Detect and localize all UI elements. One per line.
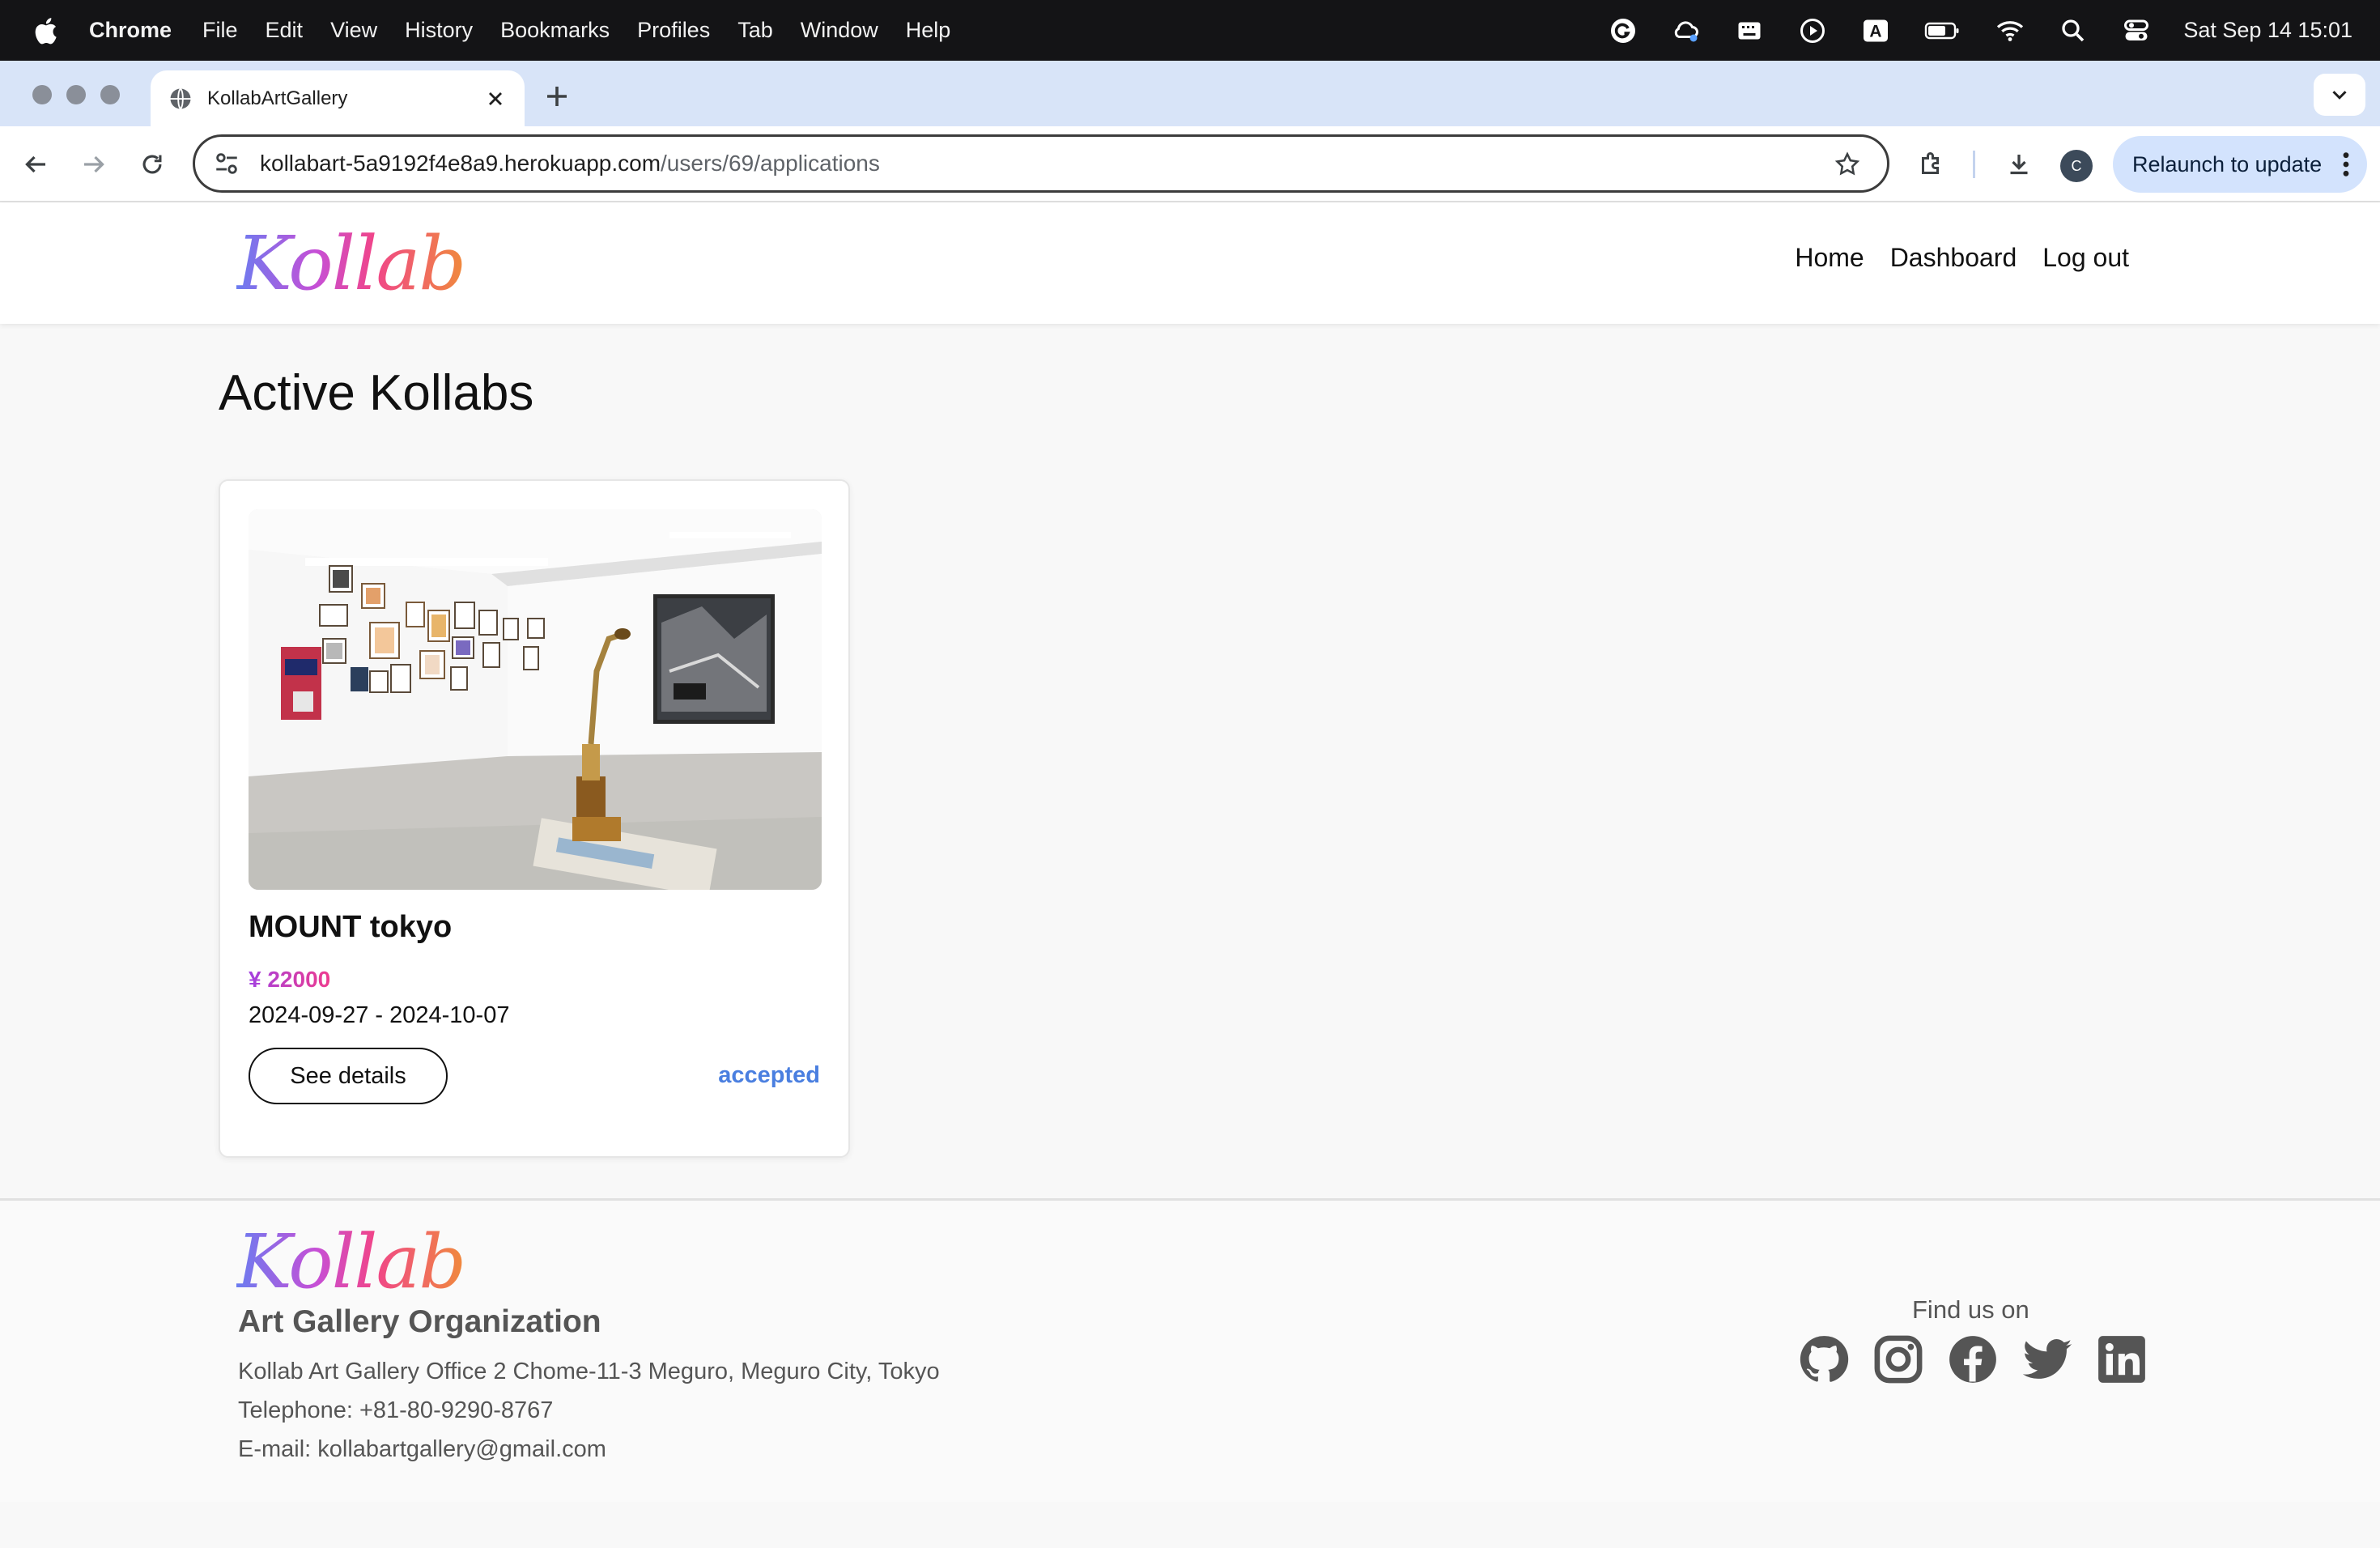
gallery-photo [249, 509, 822, 890]
reload-icon [142, 155, 162, 174]
site-info-icon[interactable] [213, 150, 240, 177]
globe-icon [170, 87, 191, 109]
social-links [1797, 1333, 2148, 1386]
see-details-button[interactable]: See details [249, 1048, 448, 1104]
kollab-card: MOUNT tokyo ¥ 22000 2024-09-27 - 2024-10… [219, 479, 850, 1158]
input-source-label: A [1870, 22, 1882, 40]
url-host: kollabart-5a9192f4e8a9.herokuapp.com [260, 151, 661, 176]
twitter-icon[interactable] [2021, 1333, 2074, 1386]
kollab-logo[interactable]: Kollab [236, 220, 466, 307]
menu-history[interactable]: History [405, 18, 473, 43]
window-controls [32, 85, 120, 104]
address-bar[interactable]: kollabart-5a9192f4e8a9.herokuapp.com/use… [193, 134, 1889, 193]
github-icon[interactable] [1797, 1333, 1851, 1386]
keyboard-icon[interactable] [1733, 15, 1766, 47]
kollab-dates: 2024-09-27 - 2024-10-07 [249, 1002, 510, 1028]
menu-tab[interactable]: Tab [737, 18, 773, 43]
forward-button[interactable] [76, 147, 112, 182]
close-tab-icon[interactable] [484, 87, 507, 110]
footer-email: E-mail: kollabartgallery@gmail.com [238, 1436, 606, 1462]
more-vertical-icon[interactable] [2341, 151, 2351, 178]
input-source-icon[interactable]: A [1859, 15, 1892, 47]
browser-tab-active[interactable]: KollabArtGallery [151, 70, 525, 126]
cloud-sync-icon[interactable] [1670, 15, 1702, 47]
url-text: kollabart-5a9192f4e8a9.herokuapp.com/use… [260, 151, 880, 176]
url-path: /users/69/applications [661, 151, 880, 176]
menu-window[interactable]: Window [801, 18, 878, 43]
kollab-name: MOUNT tokyo [249, 910, 453, 944]
menu-app-chrome[interactable]: Chrome [89, 18, 172, 43]
footer-org-name: Art Gallery Organization [238, 1304, 601, 1339]
facebook-icon[interactable] [1946, 1333, 2000, 1386]
profile-avatar[interactable]: C [2060, 150, 2093, 182]
wifi-icon[interactable] [1994, 15, 2026, 47]
menu-help[interactable]: Help [906, 18, 951, 43]
macos-menu-bar: Chrome File Edit View History Bookmarks … [0, 0, 2380, 61]
browser-window-chrome: KollabArtGallery kollabart-5a9192f4e8a9.… [0, 61, 2380, 202]
site-footer: Kollab Art Gallery Organization Kollab A… [0, 1198, 2380, 1502]
linkedin-icon[interactable] [2095, 1333, 2148, 1386]
tab-strip: KollabArtGallery [0, 61, 2380, 126]
new-tab-icon[interactable] [542, 82, 572, 111]
battery-icon[interactable] [1923, 15, 1963, 47]
relaunch-label: Relaunch to update [2132, 151, 2323, 176]
tab-search-button[interactable] [2314, 74, 2365, 116]
zoom-window-button[interactable] [100, 85, 120, 104]
nav-logout-link[interactable]: Log out [2042, 243, 2129, 273]
menu-bookmarks[interactable]: Bookmarks [500, 18, 610, 43]
relaunch-to-update-button[interactable]: Relaunch to update [2113, 136, 2367, 193]
close-window-button[interactable] [32, 85, 52, 104]
downloads-button[interactable] [2001, 147, 2037, 182]
site-header: Kollab Home Dashboard Log out [0, 202, 2380, 324]
puzzle-piece-icon [1922, 152, 1939, 174]
menu-profiles[interactable]: Profiles [637, 18, 710, 43]
menu-file[interactable]: File [202, 18, 238, 43]
reload-button[interactable] [134, 147, 170, 182]
control-center-icon[interactable] [2120, 15, 2153, 47]
menubar-clock[interactable]: Sat Sep 14 15:01 [2183, 18, 2352, 43]
tab-title: KollabArtGallery [207, 87, 348, 109]
kollab-price: ¥ 22000 [249, 967, 331, 992]
grammarly-icon[interactable] [1607, 15, 1639, 47]
application-status-badge: accepted [718, 1062, 820, 1088]
play-circle-icon[interactable] [1796, 15, 1829, 47]
footer-telephone: Telephone: +81-80-9290-8767 [238, 1397, 554, 1423]
back-button[interactable] [18, 147, 53, 182]
chevron-down-icon [2332, 91, 2347, 100]
web-page: Kollab Home Dashboard Log out Active Kol… [0, 202, 2380, 1548]
extensions-button[interactable] [1914, 147, 1949, 182]
menu-edit[interactable]: Edit [266, 18, 304, 43]
spotlight-search-icon[interactable] [2057, 15, 2089, 47]
bookmark-star-icon[interactable] [1834, 151, 1861, 178]
arrow-right-icon [84, 155, 104, 173]
minimize-window-button[interactable] [66, 85, 86, 104]
nav-home-link[interactable]: Home [1795, 243, 1864, 273]
arrow-left-icon [25, 155, 45, 173]
toolbar-divider [1973, 151, 1975, 178]
nav-dashboard-link[interactable]: Dashboard [1890, 243, 2017, 273]
menu-view[interactable]: View [330, 18, 377, 43]
instagram-icon[interactable] [1872, 1333, 1925, 1386]
browser-toolbar: kollabart-5a9192f4e8a9.herokuapp.com/use… [0, 126, 2380, 202]
gallery-interior-illustration [249, 509, 822, 890]
find-us-label: Find us on [1912, 1295, 2029, 1324]
footer-kollab-logo[interactable]: Kollab [236, 1218, 466, 1305]
page-title: Active Kollabs [219, 365, 534, 421]
main-nav: Home Dashboard Log out [1795, 243, 2129, 273]
apple-logo-icon[interactable] [31, 15, 63, 47]
footer-address: Kollab Art Gallery Office 2 Chome-11-3 M… [238, 1359, 940, 1384]
download-icon [2010, 155, 2028, 175]
